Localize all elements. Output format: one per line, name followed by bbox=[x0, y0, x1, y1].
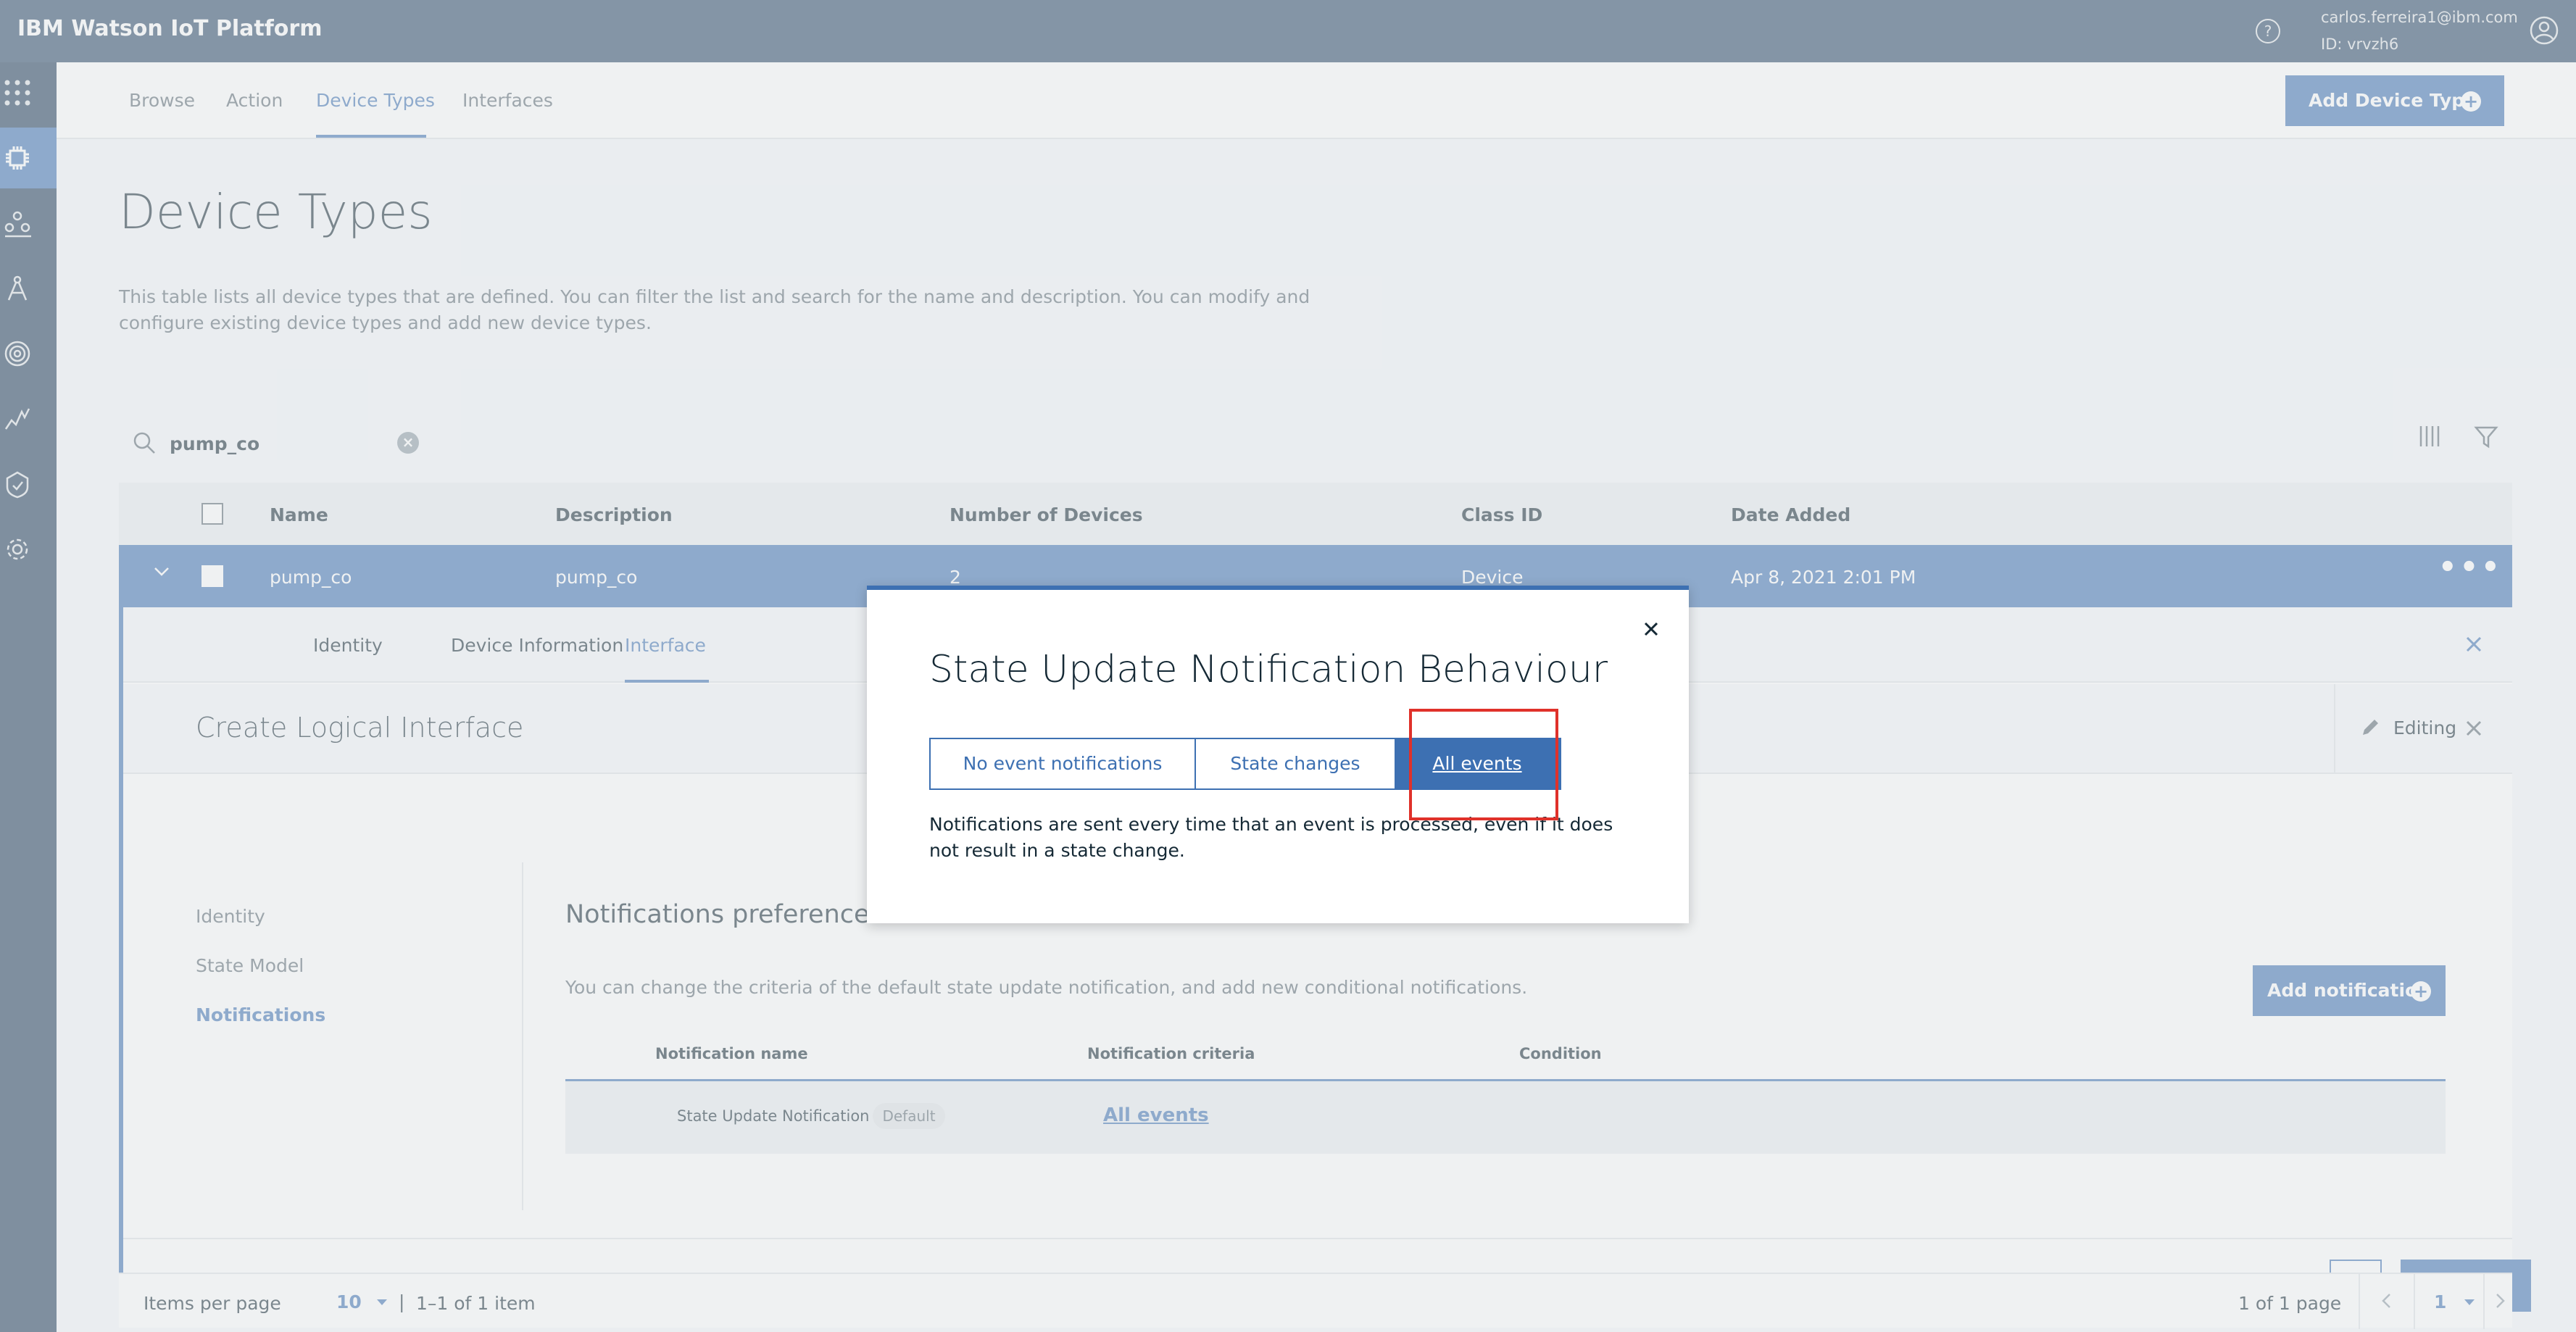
modal-title: State Update Notification Behaviour bbox=[929, 648, 1608, 691]
close-icon[interactable] bbox=[1641, 619, 1661, 639]
option-no-event-notifications[interactable]: No event notifications bbox=[931, 739, 1194, 788]
highlight-annotation bbox=[1409, 709, 1558, 820]
option-state-changes[interactable]: State changes bbox=[1194, 739, 1395, 788]
state-update-notification-modal: State Update Notification Behaviour No e… bbox=[867, 586, 1689, 923]
